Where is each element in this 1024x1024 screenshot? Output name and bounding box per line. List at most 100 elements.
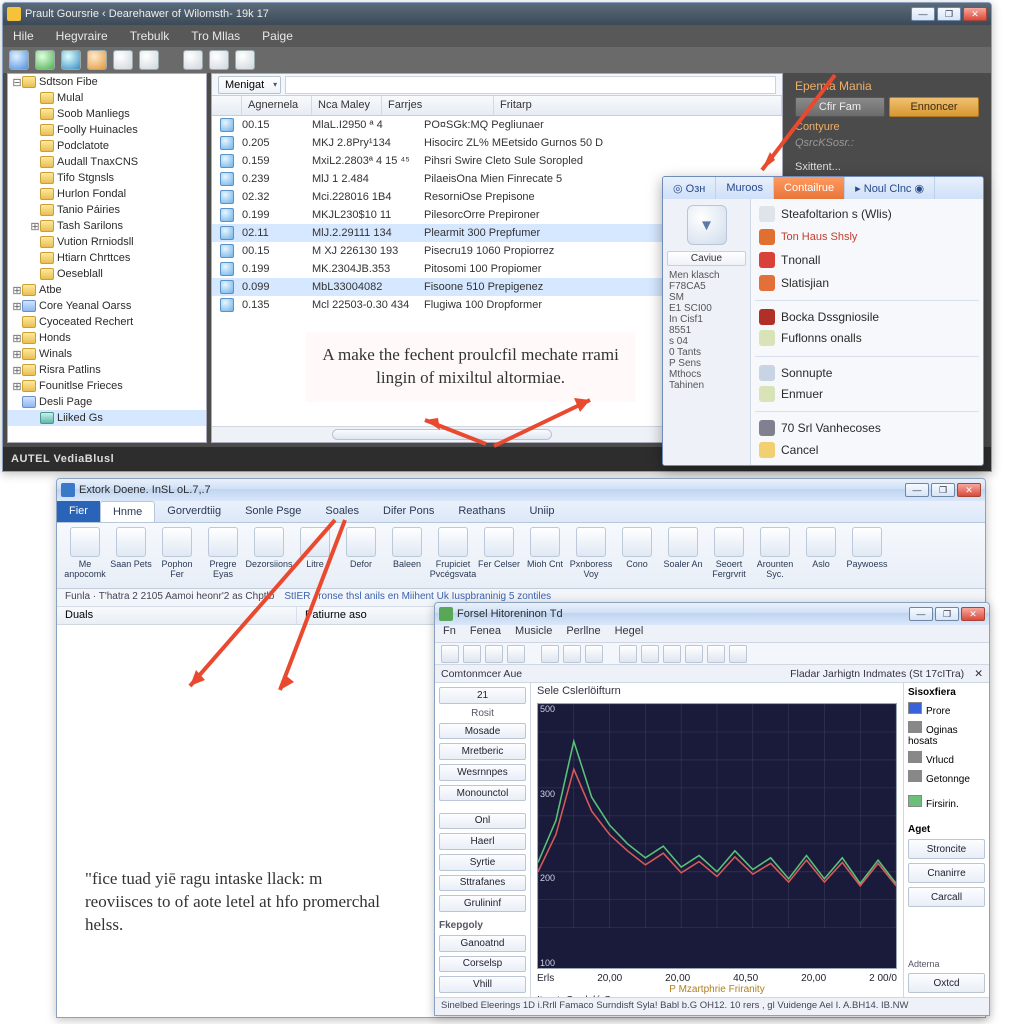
left-top-btn[interactable]: 21 [439,687,526,704]
side-btn-1[interactable]: Cfir Fam [795,97,885,117]
left-btn[interactable]: Corselsp [439,956,526,973]
popup-menu-item[interactable]: Ton Haus Shsly [755,228,979,247]
popup-menu-item[interactable]: Sonnupte [755,356,979,381]
ribbon-button[interactable]: Pophon Fer [155,527,199,584]
popup-menu-item[interactable]: Slatisjian [755,273,979,292]
tool-icon[interactable] [729,645,747,663]
tool-icon[interactable] [441,645,459,663]
tree-node[interactable]: Podclatote [8,138,206,154]
tool-icon[interactable] [139,50,159,70]
ribbon-button[interactable]: Soaler An [661,527,705,584]
ribbon-tab[interactable]: Sonle Psge [233,501,313,522]
tree-node[interactable]: ⊟Sdtson Fibe [8,74,206,90]
right-btn[interactable]: Cnanirre [908,863,985,883]
ribbon-button[interactable]: Aslo [799,527,843,584]
popup-tab[interactable]: ▸ Noul Clnc ◉ [845,177,935,199]
tree-node[interactable]: ⊞Founitlse Frieces [8,378,206,394]
left-btn[interactable]: Ganoatnd [439,935,526,952]
ribbon-tab[interactable]: Hnme [100,501,155,522]
popup-main-icon[interactable] [687,205,727,245]
popup-main-button[interactable]: Caviue [667,251,746,266]
refresh-icon[interactable] [87,50,107,70]
popup-tab[interactable]: ◎ Озн [663,177,716,199]
menu-item[interactable]: Perllne [566,625,600,642]
maximize-button[interactable]: ❐ [931,483,955,497]
scroll-thumb[interactable] [332,429,552,440]
menu-item[interactable]: Hile [13,29,34,43]
left-btn[interactable]: Mretberic [439,743,526,760]
tool-icon[interactable] [235,50,255,70]
tool-icon[interactable] [485,645,503,663]
ribbon-tab[interactable]: Reathans [446,501,517,522]
tree-node[interactable]: Vution Rrniodsll [8,234,206,250]
maximize-button[interactable]: ❐ [937,7,961,21]
tree-node[interactable]: Mulal [8,90,206,106]
subtab-right[interactable]: Fladar Jarhigtn Indmates (St 17cITra) [790,668,964,680]
ribbon-tab[interactable]: Gorverdtiig [155,501,233,522]
tree-node[interactable]: ⊞Winals [8,346,206,362]
left-btn[interactable]: Sttrafanes [439,875,526,892]
maximize-button[interactable]: ❐ [935,607,959,621]
tree-node[interactable]: Soob Manliegs [8,106,206,122]
tree-node[interactable]: Oeseblall [8,266,206,282]
ribbon-tab[interactable]: Difer Pons [371,501,446,522]
menu-item[interactable]: Hegvraire [56,29,108,43]
tool-icon[interactable] [113,50,133,70]
ribbon-tab[interactable]: Soales [313,501,371,522]
tool-icon[interactable] [563,645,581,663]
menu-item[interactable]: Musicle [515,625,552,642]
left-btn[interactable]: Wesrnnpes [439,764,526,781]
tool-icon[interactable] [641,645,659,663]
nav-dropdown[interactable]: Menigat [218,76,281,94]
minimize-button[interactable]: — [905,483,929,497]
ribbon-button[interactable]: Dezorsiions [247,527,291,584]
ribbon-button[interactable]: Defor [339,527,383,584]
titlebar[interactable]: Prault Goursrie ‹ Dearehawer of Wilomsth… [3,3,991,25]
tree-node[interactable]: Liiked Gs [8,410,206,426]
left-btn[interactable]: Monounctol [439,785,526,802]
tool-icon[interactable] [507,645,525,663]
minimize-button[interactable]: — [909,607,933,621]
tree-node[interactable]: Tanio Páiries [8,202,206,218]
minimize-button[interactable]: — [911,7,935,21]
ribbon-button[interactable]: Me anpocomk [63,527,107,584]
tool-icon[interactable] [619,645,637,663]
table-row[interactable]: 00.15MlaL.I2950 ª 4PO¤SGk:MQ Pegliunaer [212,116,782,134]
tree-node[interactable]: Htiarn Chrttces [8,250,206,266]
tool-icon[interactable] [707,645,725,663]
tree-node[interactable]: ⊞Tash Sarilons [8,218,206,234]
right-btn[interactable]: Stroncite [908,839,985,859]
tool-icon[interactable] [541,645,559,663]
tool-icon[interactable] [663,645,681,663]
left-btn[interactable]: Grulininf [439,895,526,912]
table-row[interactable]: 0.205MKJ 2.8Pry¹134Hisocirc ZL% MEetsido… [212,134,782,152]
bottom-btn[interactable]: Oxtcd [908,973,985,993]
tree-view[interactable]: ⊟Sdtson Fibe Mulal Soob Manliegs Foolly … [7,73,207,443]
nav-forward-icon[interactable] [35,50,55,70]
ribbon-button[interactable]: Paywoess [845,527,889,584]
ribbon-button[interactable]: Pxnboress Voy [569,527,613,584]
left-btn[interactable]: Syrtie [439,854,526,871]
tool-icon[interactable] [585,645,603,663]
subtab-left[interactable]: Comtonmcer Aue [441,668,522,680]
menu-item[interactable]: Hegel [615,625,644,642]
ribbon-button[interactable]: Mioh Cnt [523,527,567,584]
tree-node[interactable]: Hurlon Fondal [8,186,206,202]
popup-menu-item[interactable]: Enmuer [755,385,979,404]
popup-menu-item[interactable]: Fuflonns onalls [755,329,979,348]
ribbon-button[interactable]: Seoert Fergrvrit [707,527,751,584]
menu-item[interactable]: Fenea [470,625,501,642]
tree-node[interactable]: ⊞Risra Patlins [8,362,206,378]
menu-item[interactable]: Trebulk [130,29,170,43]
table-row[interactable]: 0.159MxiL2.2803ª 4 15 ⁴⁵Pihsri Swire Cle… [212,152,782,170]
popup-menu-item[interactable]: Steafoltarion s (Wlis) [755,205,979,224]
left-btn[interactable]: Onl [439,813,526,830]
tree-node[interactable]: ⊞Atbe [8,282,206,298]
tree-node[interactable]: Cyoceated Rechert [8,314,206,330]
tool-icon[interactable] [183,50,203,70]
left-btn[interactable]: Haerl [439,833,526,850]
ribbon-button[interactable]: Saan Pets [109,527,153,584]
close-button[interactable]: ✕ [961,607,985,621]
popup-menu-item[interactable]: 70 Srl Vanhecoses [755,411,979,436]
tree-node[interactable]: Foolly Huinacles [8,122,206,138]
